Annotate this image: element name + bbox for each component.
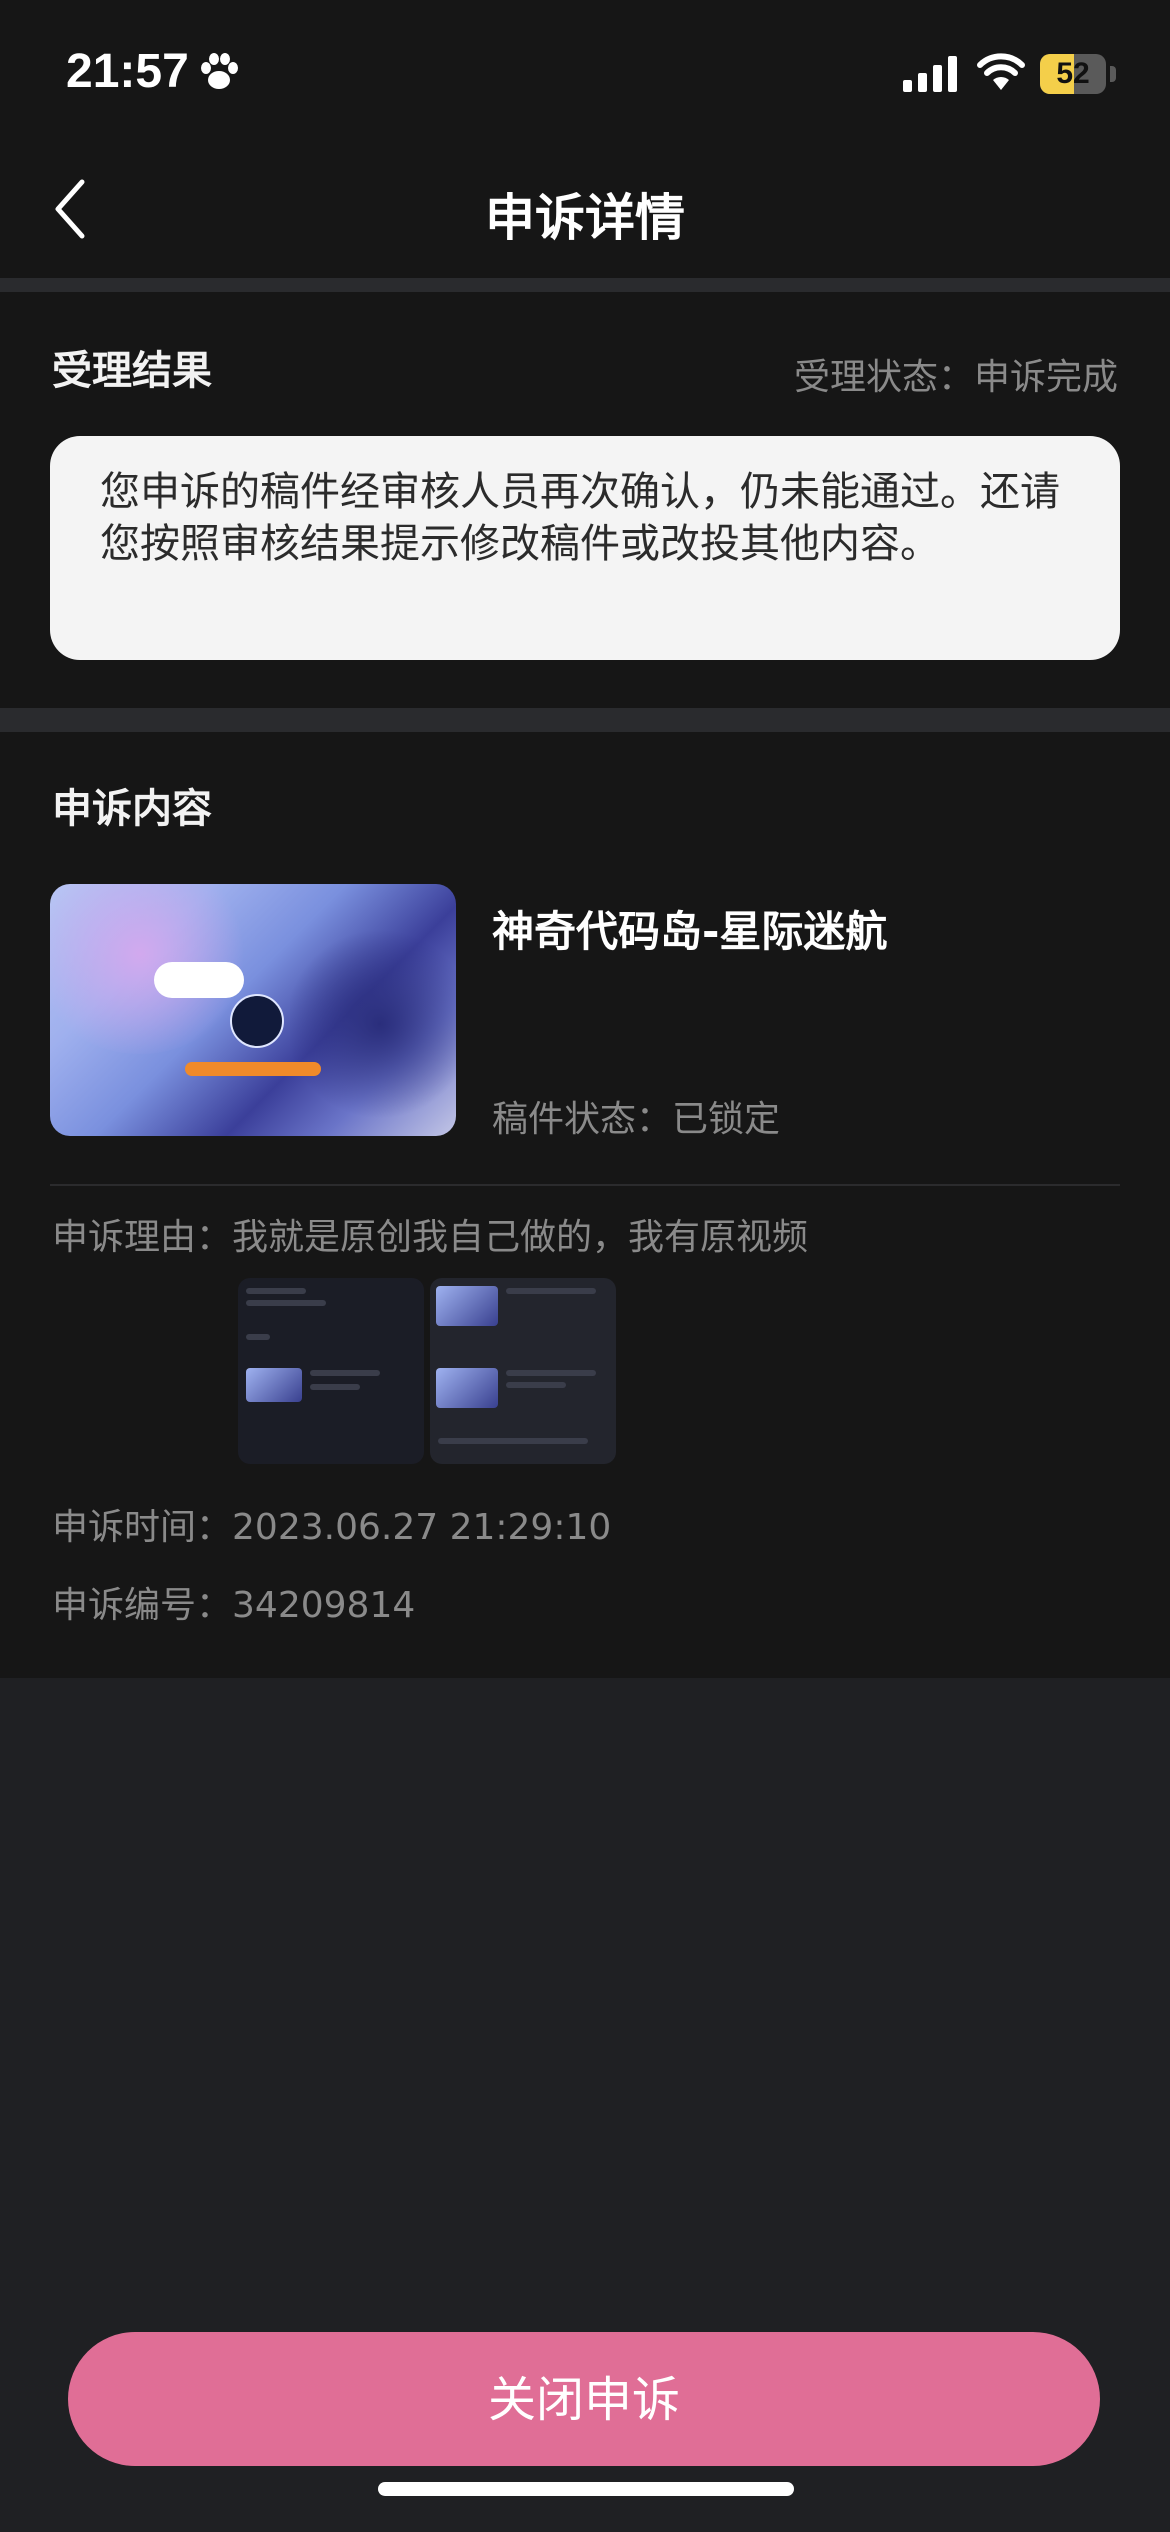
shot-line (246, 1300, 326, 1306)
process-status: 受理状态：申诉完成 (794, 348, 1118, 400)
shot-line (310, 1384, 360, 1390)
appeal-time-value: 2023.06.27 21:29:10 (232, 1507, 612, 1548)
appeal-id-label: 申诉编号： (52, 1585, 233, 1626)
process-status-value: 申诉完成 (973, 357, 1118, 398)
work-title[interactable]: 神奇代码岛-星际迷航 (492, 898, 887, 959)
signal-icon (903, 56, 957, 92)
result-heading: 受理结果 (52, 348, 212, 394)
appeal-time-label: 申诉时间： (52, 1507, 233, 1548)
result-section: 受理结果 受理状态：申诉完成 您申诉的稿件经审核人员再次确认，仍未能通过。还请您… (0, 292, 1170, 708)
battery-level: 52 (1056, 57, 1090, 90)
content-heading: 申诉内容 (52, 786, 212, 832)
shot-line (310, 1370, 380, 1376)
work-status: 稿件状态：已锁定 (492, 1090, 780, 1142)
shot-line (506, 1370, 596, 1376)
result-message-box: 您申诉的稿件经审核人员再次确认，仍未能通过。还请您按照审核结果提示修改稿件或改投… (50, 436, 1120, 660)
shot-image (436, 1286, 498, 1326)
appeal-id: 申诉编号：34209814 (52, 1576, 415, 1628)
evidence-screenshot[interactable] (430, 1278, 616, 1464)
appeal-reason-label: 申诉理由： (52, 1217, 233, 1258)
paw-icon (201, 53, 238, 89)
process-status-label: 受理状态： (793, 357, 974, 398)
close-appeal-button[interactable]: 关闭申诉 (68, 2332, 1100, 2466)
shot-image (436, 1368, 498, 1408)
section-divider (0, 278, 1170, 292)
shot-line (506, 1288, 596, 1294)
status-bar: 21:57 52 (0, 0, 1170, 140)
work-status-value: 已锁定 (672, 1099, 781, 1140)
work-status-label: 稿件状态： (492, 1099, 673, 1140)
thumb-decoration (290, 924, 456, 1124)
result-message: 您申诉的稿件经审核人员再次确认，仍未能通过。还请您按照审核结果提示修改稿件或改投… (100, 469, 1060, 567)
shot-image (246, 1368, 302, 1402)
battery-cap (1110, 66, 1116, 82)
content-section: 申诉内容 神奇代码岛-星际迷航 稿件状态：已锁定 申诉理由：我就是原创我自己做的… (0, 732, 1170, 1678)
shot-line (246, 1288, 306, 1294)
wifi-icon (977, 53, 1025, 90)
appeal-time: 申诉时间：2023.06.27 21:29:10 (52, 1498, 611, 1550)
battery-icon: 52 (1040, 54, 1106, 94)
divider (50, 1184, 1120, 1186)
nav-bar: 申诉详情 (0, 140, 1170, 278)
thumb-button (185, 1062, 321, 1076)
shot-line (506, 1382, 566, 1388)
thumb-bubble (154, 962, 244, 998)
page-title: 申诉详情 (485, 189, 685, 247)
shot-line (438, 1438, 588, 1444)
appeal-id-value: 34209814 (232, 1585, 416, 1626)
evidence-screenshot[interactable] (238, 1278, 424, 1464)
thumb-avatar (230, 994, 284, 1048)
status-time: 21:57 (66, 45, 189, 98)
appeal-reason-value: 我就是原创我自己做的，我有原视频 (232, 1217, 809, 1258)
shot-line (246, 1334, 270, 1340)
work-thumbnail[interactable] (50, 884, 456, 1136)
home-indicator[interactable] (378, 2482, 794, 2496)
appeal-reason: 申诉理由：我就是原创我自己做的，我有原视频 (52, 1208, 808, 1260)
section-divider (0, 708, 1170, 732)
